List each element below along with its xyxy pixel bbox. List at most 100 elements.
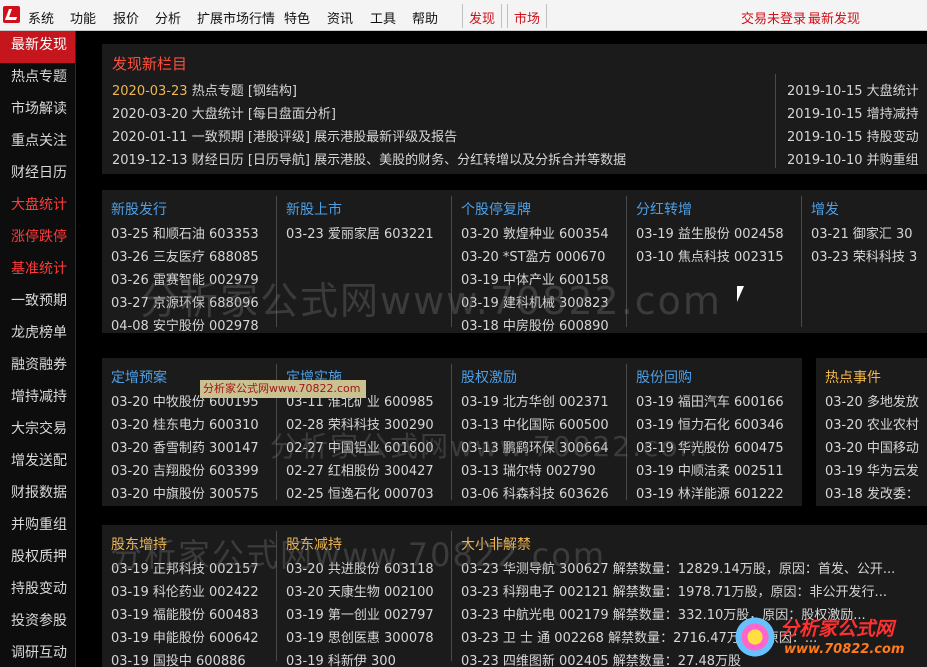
section-title[interactable]: 新股发行 <box>111 199 167 219</box>
list-item[interactable]: 03-25 和顺石油 603353 <box>111 223 259 242</box>
discover-item[interactable]: 2020-01-11 一致预期 [港股评级] 展示港股最新评级及报告 <box>112 126 457 145</box>
list-item[interactable]: 03-19 中体产业 600158 <box>461 269 609 288</box>
sidebar-item[interactable]: 融资融券 <box>0 351 75 383</box>
sidebar-item[interactable]: 股权质押 <box>0 543 75 575</box>
menu-function[interactable]: 功能 <box>70 8 96 27</box>
list-item[interactable]: 03-20 共进股份 603118 <box>286 558 434 577</box>
list-item[interactable]: 03-19 益生股份 002458 <box>636 223 784 242</box>
section-title[interactable]: 股东减持 <box>286 534 342 554</box>
sidebar-item[interactable]: 财报数据 <box>0 479 75 511</box>
section-title[interactable]: 股份回购 <box>636 367 692 387</box>
latest-discover-link[interactable]: 最新发现 <box>808 8 860 27</box>
sidebar-item[interactable]: 并购重组 <box>0 511 75 543</box>
list-item[interactable]: 03-23 爱丽家居 603221 <box>286 223 434 242</box>
sidebar-item[interactable]: 调研互动 <box>0 639 75 667</box>
list-item[interactable]: 03-19 第一创业 002797 <box>286 604 434 623</box>
discover-recent-item[interactable]: 2019-10-15 持股变动 <box>787 126 919 145</box>
list-item[interactable]: 02-27 红相股份 300427 <box>286 460 434 479</box>
list-item[interactable]: 03-13 中化国际 600500 <box>461 414 609 433</box>
list-item[interactable]: 03-20 天康生物 002100 <box>286 581 434 600</box>
sidebar-item[interactable]: 基准统计 <box>0 255 75 287</box>
list-item[interactable]: 03-13 鹏鹞环保 300664 <box>461 437 609 456</box>
menu-tools[interactable]: 工具 <box>370 8 396 27</box>
discover-recent-item[interactable]: 2019-10-15 增持减持 <box>787 103 919 122</box>
trade-login-status[interactable]: 交易未登录 <box>741 8 806 27</box>
menu-news[interactable]: 资讯 <box>327 8 353 27</box>
sidebar-item[interactable]: 最新发现 <box>0 31 75 63</box>
menu-extended-market[interactable]: 扩展市场行情 <box>197 8 275 27</box>
list-item[interactable]: 03-19 申能股份 600642 <box>111 627 259 646</box>
list-item[interactable]: 03-20 敦煌种业 600354 <box>461 223 609 242</box>
menu-features[interactable]: 特色 <box>284 8 310 27</box>
list-item[interactable]: 03-19 思创医惠 300078 <box>286 627 434 646</box>
section-title[interactable]: 热点事件 <box>825 367 881 387</box>
list-item[interactable]: 03-06 科森科技 603626 <box>461 483 609 502</box>
list-item[interactable]: 03-26 雷赛智能 002979 <box>111 269 259 288</box>
sidebar-item[interactable]: 持股变动 <box>0 575 75 607</box>
list-item[interactable]: 02-27 中国铝业 601600 <box>286 437 434 456</box>
sidebar-item[interactable]: 大宗交易 <box>0 415 75 447</box>
list-item[interactable]: 03-19 科伦药业 002422 <box>111 581 259 600</box>
list-item[interactable]: 03-19 科新伊 300 <box>286 650 396 667</box>
list-item[interactable]: 03-26 三友医疗 688085 <box>111 246 259 265</box>
section-title[interactable]: 分红转增 <box>636 199 692 219</box>
section-title[interactable]: 新股上市 <box>286 199 342 219</box>
menu-help[interactable]: 帮助 <box>412 8 438 27</box>
sidebar-item[interactable]: 重点关注 <box>0 127 75 159</box>
list-item[interactable]: 03-19 建科机械 300823 <box>461 292 609 311</box>
list-item[interactable]: 03-20 中旗股份 300575 <box>111 483 259 502</box>
list-item[interactable]: 03-19 北方华创 002371 <box>461 391 609 410</box>
menu-quote[interactable]: 报价 <box>113 8 139 27</box>
app-logo-icon[interactable] <box>3 6 20 23</box>
list-item[interactable]: 03-23 荣科科技 3 <box>811 246 917 265</box>
sidebar-item[interactable]: 大盘统计 <box>0 191 75 223</box>
section-title[interactable]: 定增预案 <box>111 367 167 387</box>
list-item[interactable]: 03-19 华为云发 <box>825 460 919 479</box>
list-item[interactable]: 03-20 香雪制药 300147 <box>111 437 259 456</box>
discover-item[interactable]: 2020-03-20 大盘统计 [每日盘面分析] <box>112 103 336 122</box>
list-item[interactable]: 03-18 中房股份 600890 <box>461 315 609 334</box>
menu-analysis[interactable]: 分析 <box>155 8 181 27</box>
section-title[interactable]: 股权激励 <box>461 367 517 387</box>
list-item[interactable]: 03-20 农业农村 <box>825 414 919 433</box>
list-item[interactable]: 03-19 林洋能源 601222 <box>636 483 784 502</box>
sidebar-item[interactable]: 龙虎榜单 <box>0 319 75 351</box>
discover-item[interactable]: 2019-12-13 财经日历 [日历导航] 展示港股、美股的财务、分红转增以及… <box>112 149 626 168</box>
discover-item[interactable]: 2020-03-23 热点专题 [钢结构] <box>112 80 297 99</box>
list-item[interactable]: 03-18 发改委： <box>825 483 919 502</box>
section-title[interactable]: 大小非解禁 <box>461 534 531 554</box>
list-item[interactable]: 03-20 吉翔股份 603399 <box>111 460 259 479</box>
sidebar-item[interactable]: 热点专题 <box>0 63 75 95</box>
discover-recent-item[interactable]: 2019-10-15 大盘统计 <box>787 80 919 99</box>
list-item[interactable]: 03-19 华光股份 600475 <box>636 437 784 456</box>
list-item[interactable]: 03-10 焦点科技 002315 <box>636 246 784 265</box>
discover-recent-item[interactable]: 2019-10-10 并购重组 <box>787 149 919 168</box>
list-item[interactable]: 03-27 京源环保 688096 <box>111 292 259 311</box>
sidebar-item[interactable]: 财经日历 <box>0 159 75 191</box>
menu-market-tab[interactable]: 市场 <box>507 4 548 28</box>
list-item[interactable]: 03-20 *ST盈方 000670 <box>461 246 605 265</box>
list-item[interactable]: 03-13 瑞尔特 002790 <box>461 460 596 479</box>
list-item[interactable]: 03-23 四维图新 002405 解禁数量：27.48万股 <box>461 650 741 667</box>
list-item[interactable]: 03-23 华测导航 300627 解禁数量：12829.14万股，原因：首发、… <box>461 558 895 577</box>
list-item[interactable]: 03-20 多地发放 <box>825 391 919 410</box>
list-item[interactable]: 03-23 科翔电子 002121 解禁数量：1978.71万股，原因：非公开发… <box>461 581 887 600</box>
list-item[interactable]: 03-19 恒力石化 600346 <box>636 414 784 433</box>
sidebar-item[interactable]: 一致预期 <box>0 287 75 319</box>
sidebar-item[interactable]: 市场解读 <box>0 95 75 127</box>
section-title[interactable]: 股东增持 <box>111 534 167 554</box>
list-item[interactable]: 03-19 正邦科技 002157 <box>111 558 259 577</box>
list-item[interactable]: 03-21 御家汇 30 <box>811 223 913 242</box>
list-item[interactable]: 03-19 中顺洁柔 002511 <box>636 460 784 479</box>
menu-discover-tab[interactable]: 发现 <box>462 4 503 28</box>
menu-system[interactable]: 系统 <box>28 8 54 27</box>
list-item[interactable]: 02-25 恒逸石化 000703 <box>286 483 434 502</box>
list-item[interactable]: 04-08 安宁股份 002978 <box>111 315 259 334</box>
sidebar-item[interactable]: 涨停跌停 <box>0 223 75 255</box>
list-item[interactable]: 03-19 国投中 600886 <box>111 650 246 667</box>
list-item[interactable]: 03-19 福田汽车 600166 <box>636 391 784 410</box>
sidebar-item[interactable]: 投资参股 <box>0 607 75 639</box>
section-title[interactable]: 个股停复牌 <box>461 199 531 219</box>
section-title[interactable]: 增发 <box>811 199 839 219</box>
sidebar-item[interactable]: 增持减持 <box>0 383 75 415</box>
